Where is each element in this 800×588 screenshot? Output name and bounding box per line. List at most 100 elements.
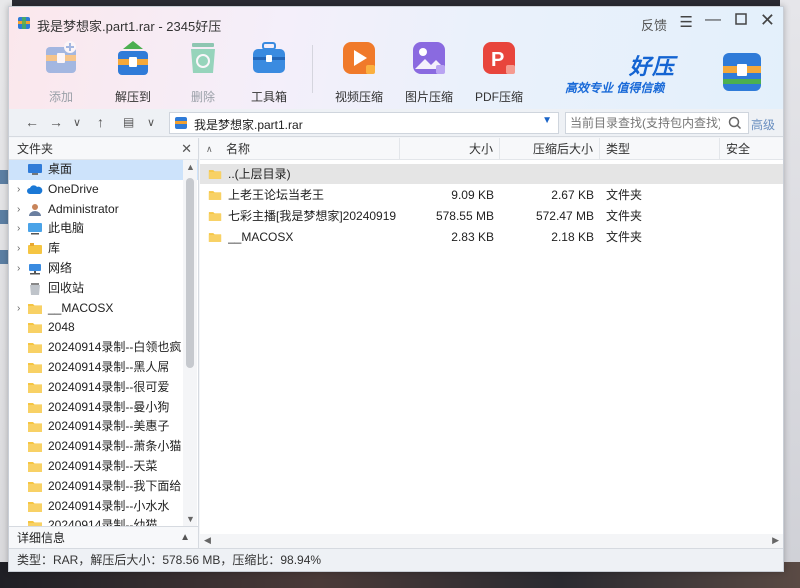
- tree-item-label: OneDrive: [48, 181, 99, 196]
- view-mode-icon[interactable]: ▤: [123, 115, 134, 129]
- tree-item[interactable]: 20240914录制--幼猫: [9, 516, 198, 526]
- delete-recycle-icon: [191, 43, 215, 73]
- tree-item[interactable]: 20240914录制--很可爱: [9, 378, 198, 398]
- pdf-compress-button[interactable]: P PDF压缩: [469, 39, 529, 105]
- column-packed-size[interactable]: 压缩后大小: [500, 138, 600, 160]
- pdf-compress-icon: P: [483, 42, 515, 74]
- window-title: 我是梦想家.part1.rar - 2345好压: [37, 19, 222, 34]
- toolbar-item-label: 工具箱: [250, 90, 287, 104]
- horizontal-scrollbar[interactable]: ◀ ▶: [200, 534, 783, 548]
- tree-item[interactable]: 20240914录制--萧条小猫: [9, 437, 198, 457]
- tree-item[interactable]: › OneDrive: [9, 180, 198, 200]
- file-row[interactable]: __MACOSX 2.83 KB 2.18 KB 文件夹: [200, 227, 783, 247]
- feedback-link[interactable]: 反馈: [641, 15, 667, 34]
- column-size[interactable]: 大小: [400, 138, 500, 160]
- folder-icon: [28, 481, 42, 492]
- tree-item[interactable]: 桌面: [9, 160, 198, 180]
- column-packed-label: 压缩后大小: [532, 142, 593, 156]
- expand-chevron-icon[interactable]: ›: [17, 239, 20, 258]
- tree-item[interactable]: 回收站: [9, 279, 198, 299]
- tree-item[interactable]: › 库: [9, 239, 198, 259]
- image-compress-button[interactable]: 图片压缩: [399, 39, 459, 105]
- details-label: 详细信息: [17, 531, 66, 545]
- file-size: 9.09 KB: [451, 188, 494, 202]
- app-window: 我是梦想家.part1.rar - 2345好压 反馈 ☰ — ✕ 添加 解压到…: [8, 6, 784, 572]
- tree-item[interactable]: › 此电脑: [9, 219, 198, 239]
- expand-chevron-icon[interactable]: ›: [17, 299, 20, 318]
- scroll-right-icon[interactable]: ▶: [772, 535, 779, 546]
- scroll-down-icon[interactable]: ▼: [186, 514, 195, 524]
- image-compress-icon: [413, 42, 445, 74]
- column-type[interactable]: 类型: [600, 138, 720, 160]
- minimize-icon[interactable]: —: [705, 11, 721, 29]
- scroll-up-icon[interactable]: ▲: [186, 162, 195, 172]
- file-packed-size: 2.18 KB: [551, 230, 594, 244]
- file-packed-size: 2.67 KB: [551, 188, 594, 202]
- up-arrow-icon[interactable]: ↑: [97, 114, 104, 130]
- chevron-up-icon[interactable]: ▲: [180, 527, 190, 549]
- back-arrow-icon[interactable]: ←: [25, 114, 39, 130]
- column-type-label: 类型: [606, 142, 631, 156]
- delete-button[interactable]: 删除: [173, 39, 233, 105]
- path-field[interactable]: 我是梦想家.part1.rar ▼: [169, 112, 559, 134]
- video-compress-button[interactable]: 视频压缩: [329, 39, 389, 105]
- tree-item[interactable]: 20240914录制--我下面给: [9, 477, 198, 497]
- column-name[interactable]: ∧ 名称: [200, 138, 400, 160]
- folder-icon: [208, 233, 222, 242]
- tree-item-label: 20240914录制--天菜: [48, 458, 158, 473]
- tree-item[interactable]: 20240914录制--小水水: [9, 497, 198, 517]
- close-panel-icon[interactable]: ✕: [181, 138, 192, 160]
- tree-item[interactable]: 20240914录制--黑人屌: [9, 358, 198, 378]
- tree-item[interactable]: 20240914录制--天菜: [9, 457, 198, 477]
- tree-item[interactable]: 20240914录制--美惠子: [9, 417, 198, 437]
- search-field[interactable]: [565, 112, 749, 134]
- tree-item-label: 网络: [48, 260, 73, 275]
- expand-chevron-icon[interactable]: ›: [17, 180, 20, 199]
- folder-icon: [28, 362, 42, 373]
- view-chevron-down-icon[interactable]: ∨: [147, 116, 155, 129]
- column-security[interactable]: 安全: [720, 138, 783, 160]
- computer-icon: [28, 223, 42, 235]
- tree-item[interactable]: 20240914录制--白领也疯: [9, 338, 198, 358]
- details-panel-header[interactable]: 详细信息 ▲: [9, 526, 199, 548]
- expand-chevron-icon[interactable]: ›: [17, 259, 20, 278]
- toolbar-item-label: 视频压缩: [334, 90, 383, 104]
- recycle-bin-icon: [30, 282, 40, 295]
- tree-item[interactable]: › __MACOSX: [9, 299, 198, 319]
- file-row[interactable]: 七彩主播[我是梦想家]20240919 578.55 MB 572.47 MB 文件夹: [200, 206, 783, 226]
- folder-scrollbar[interactable]: ▲ ▼: [183, 160, 197, 526]
- tree-item-label: 20240914录制--萧条小猫: [48, 439, 182, 454]
- tree-item-label: 20240914录制--我下面给: [48, 478, 182, 493]
- tree-item[interactable]: › Administrator: [9, 200, 198, 220]
- tree-item[interactable]: 20240914录制--曼小狗: [9, 398, 198, 418]
- brand-area: 好压 高效专业 值得信赖: [565, 49, 765, 99]
- path-dropdown-icon[interactable]: ▼: [542, 115, 552, 126]
- extract-to-button[interactable]: 解压到: [103, 39, 163, 105]
- search-input[interactable]: [570, 115, 720, 131]
- maximize-icon[interactable]: [735, 13, 747, 28]
- file-row[interactable]: 上老王论坛当老王 9.09 KB 2.67 KB 文件夹: [200, 185, 783, 205]
- expand-chevron-icon[interactable]: ›: [17, 219, 20, 238]
- search-icon[interactable]: [728, 116, 742, 130]
- toolbox-button[interactable]: 工具箱: [239, 39, 299, 105]
- close-icon[interactable]: ✕: [760, 10, 775, 31]
- toolbar-item-label: 添加: [48, 90, 73, 104]
- add-button[interactable]: 添加: [31, 39, 91, 105]
- menu-icon[interactable]: ☰: [680, 13, 693, 31]
- tree-item[interactable]: › 网络: [9, 259, 198, 279]
- folder-tree: 桌面 › OneDrive › Administrator › 此电脑 › 库 › 网络 回收站 › __…: [9, 160, 198, 526]
- history-chevron-down-icon[interactable]: ∨: [73, 116, 81, 129]
- tree-item-label: 桌面: [48, 162, 73, 176]
- advanced-search-link[interactable]: 高级: [751, 116, 775, 133]
- network-icon: [29, 263, 41, 275]
- scrollbar-thumb[interactable]: [186, 178, 194, 368]
- expand-chevron-icon[interactable]: ›: [17, 200, 20, 219]
- file-row[interactable]: ..(上层目录): [200, 164, 783, 184]
- file-list: ∧ 名称 大小 压缩后大小 类型 安全 ..(上层目录) 上老王论坛当老王 9.09…: [200, 138, 783, 548]
- tree-item[interactable]: 2048: [9, 318, 198, 338]
- folder-icon: [28, 501, 42, 512]
- toolbar-item-label: 解压到: [114, 90, 151, 104]
- forward-arrow-icon[interactable]: →: [49, 114, 63, 130]
- scroll-left-icon[interactable]: ◀: [204, 535, 211, 546]
- sort-chevron-icon: ∧: [206, 144, 213, 154]
